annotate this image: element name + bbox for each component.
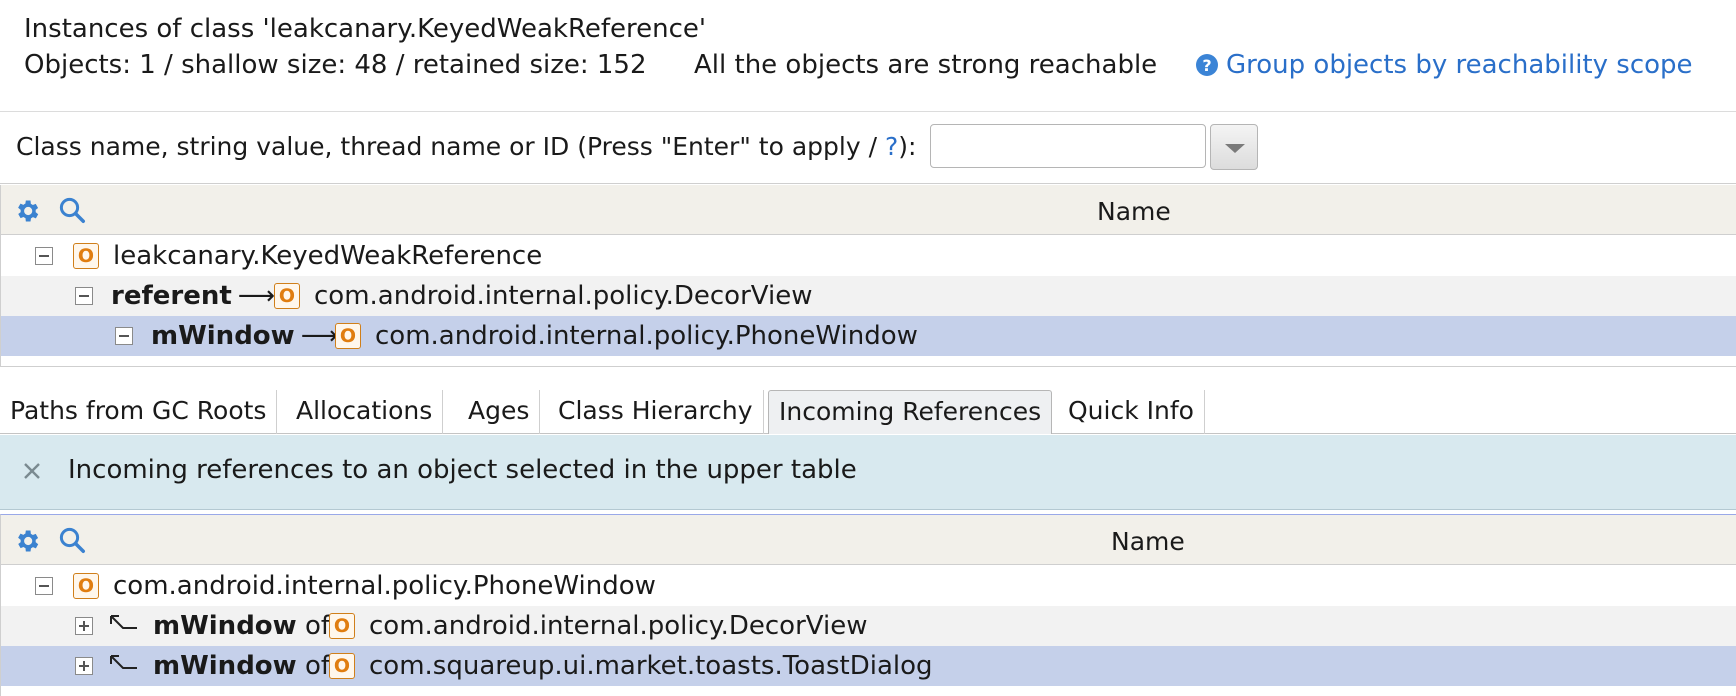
row-class-name: com.android.internal.policy.PhoneWindow — [113, 571, 656, 601]
tree-row-selected[interactable]: mWindow ⟶ O com.android.internal.policy.P… — [1, 316, 1736, 356]
tab-incoming-references[interactable]: Incoming References — [768, 390, 1053, 434]
incoming-references-table: Name O com.android.internal.policy.Phone… — [0, 514, 1736, 696]
reference-arrow: ⟶ — [237, 281, 276, 311]
object-o-icon: O — [335, 323, 361, 349]
tree-row[interactable]: mWindow of O com.android.internal.policy… — [1, 606, 1736, 646]
tab-allocations[interactable]: Allocations — [286, 390, 444, 434]
collapse-icon[interactable] — [75, 287, 93, 305]
row-class-name: com.android.internal.policy.DecorView — [314, 281, 813, 311]
row-field-name: mWindow — [153, 651, 297, 681]
of-label: of — [304, 611, 331, 641]
info-banner: Incoming references to an object selecte… — [0, 435, 1736, 510]
instances-title: Instances of class 'leakcanary.KeyedWeak… — [24, 14, 707, 44]
tab-quick-info[interactable]: Quick Info — [1058, 390, 1205, 434]
filter-history-dropdown[interactable] — [1210, 124, 1258, 170]
filter-input[interactable] — [930, 124, 1206, 168]
group-by-reachability-link[interactable]: ? Group objects by reachability scope — [1196, 50, 1693, 80]
instances-header: Instances of class 'leakcanary.KeyedWeak… — [0, 0, 1736, 112]
back-arrow-icon — [110, 615, 137, 629]
tree-row[interactable]: O com.android.internal.policy.PhoneWindo… — [1, 566, 1736, 606]
instances-stats: Objects: 1 / shallow size: 48 / retained… — [24, 50, 647, 80]
of-label: of — [304, 651, 331, 681]
object-o-icon: O — [329, 613, 355, 639]
row-class-name: com.android.internal.policy.PhoneWindow — [375, 321, 918, 351]
column-name-header[interactable]: Name — [1097, 197, 1171, 226]
back-arrow-icon — [110, 655, 137, 669]
gear-icon[interactable] — [13, 527, 41, 555]
expand-icon[interactable] — [75, 617, 93, 635]
row-field-name: referent — [111, 281, 232, 311]
row-field-name: mWindow — [151, 321, 295, 351]
expand-icon[interactable] — [75, 657, 93, 675]
row-class-name: com.android.internal.policy.DecorView — [369, 611, 868, 641]
tab-ages[interactable]: Ages — [458, 390, 541, 434]
object-o-icon: O — [274, 283, 300, 309]
collapse-icon[interactable] — [35, 577, 53, 595]
tab-paths-from-gc-roots[interactable]: Paths from GC Roots — [0, 390, 278, 434]
instances-tree-table: Name O leakcanary.KeyedWeakReference ref… — [0, 185, 1736, 367]
search-icon[interactable] — [57, 195, 87, 225]
banner-text: Incoming references to an object selecte… — [68, 455, 857, 485]
close-icon[interactable] — [20, 459, 44, 483]
tree-row[interactable]: O leakcanary.KeyedWeakReference — [1, 236, 1736, 276]
tree-row[interactable]: referent ⟶ O com.android.internal.policy.… — [1, 276, 1736, 316]
tree-row-selected[interactable]: mWindow of O com.squareup.ui.market.toas… — [1, 646, 1736, 686]
object-o-icon: O — [73, 573, 99, 599]
reachability-status: All the objects are strong reachable — [694, 50, 1158, 80]
filter-help-link[interactable]: ? — [885, 132, 898, 161]
tab-class-hierarchy[interactable]: Class Hierarchy — [548, 390, 764, 434]
chevron-down-icon — [1225, 144, 1245, 153]
object-o-icon: O — [73, 243, 99, 269]
collapse-icon[interactable] — [35, 247, 53, 265]
row-field-name: mWindow — [153, 611, 297, 641]
object-o-icon: O — [329, 653, 355, 679]
collapse-icon[interactable] — [115, 327, 133, 345]
filter-label: Class name, string value, thread name or… — [16, 132, 917, 161]
question-circle-icon: ? — [1196, 54, 1218, 76]
reference-arrow: ⟶ — [300, 321, 338, 351]
group-by-reachability-label: Group objects by reachability scope — [1226, 50, 1693, 80]
row-class-name: com.squareup.ui.market.toasts.ToastDialo… — [369, 651, 933, 681]
table-header: Name — [1, 515, 1736, 565]
row-class-name: leakcanary.KeyedWeakReference — [113, 241, 543, 271]
column-name-header[interactable]: Name — [1111, 527, 1185, 556]
table-header: Name — [1, 185, 1736, 235]
filter-row: Class name, string value, thread name or… — [0, 112, 1736, 184]
search-icon[interactable] — [57, 525, 87, 555]
detail-tabs: Paths from GC Roots Allocations Ages Cla… — [0, 384, 1736, 434]
gear-icon[interactable] — [13, 197, 41, 225]
